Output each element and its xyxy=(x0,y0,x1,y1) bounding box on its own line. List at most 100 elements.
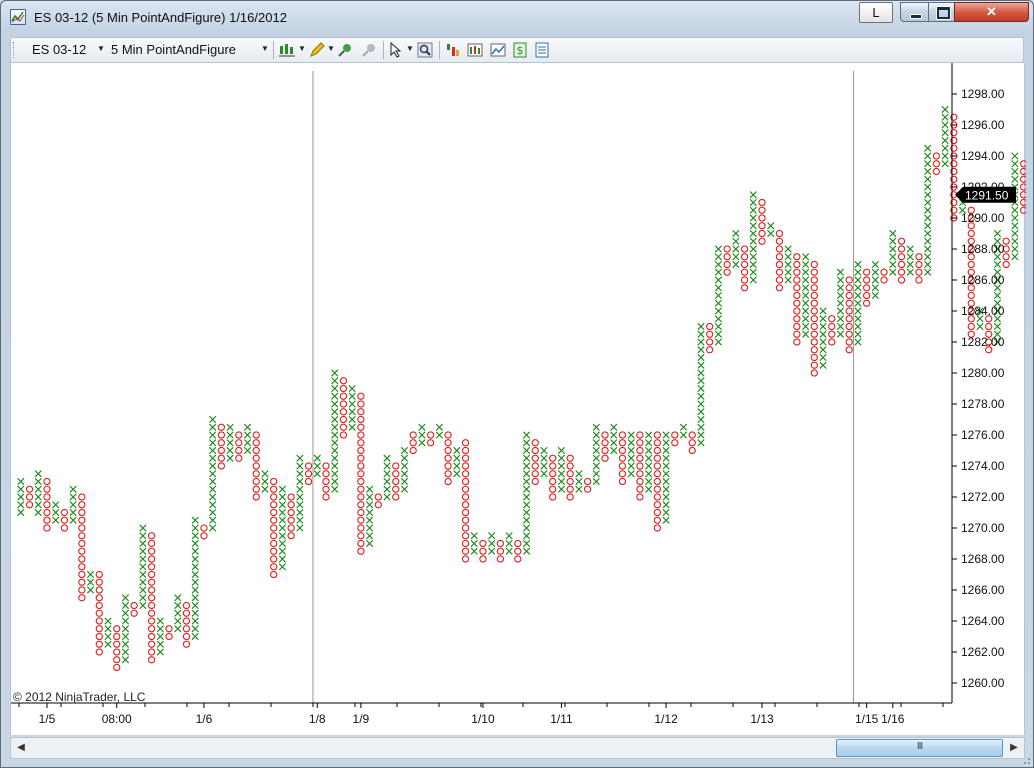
horizontal-scrollbar[interactable]: ◀ III ▶ xyxy=(10,737,1025,759)
bar-style-icon[interactable] xyxy=(279,42,295,58)
x-mark xyxy=(924,229,932,238)
x-mark xyxy=(522,493,531,501)
strategies-icon[interactable] xyxy=(467,42,483,58)
pin-disabled-icon[interactable] xyxy=(361,42,377,58)
o-mark xyxy=(653,470,662,478)
x-mark xyxy=(278,493,286,501)
x-column xyxy=(104,617,112,648)
o-mark xyxy=(653,493,662,501)
x-mark xyxy=(592,462,600,470)
x-mark xyxy=(924,167,932,176)
x-mark xyxy=(592,431,600,439)
x-mark xyxy=(645,446,653,455)
x-mark xyxy=(819,338,827,346)
o-column xyxy=(775,229,784,292)
close-button[interactable]: ✕ xyxy=(954,2,1029,22)
chart-panel[interactable]: 1260.00 1262.00 1264.00 1266.00 1268.00 1270.… xyxy=(10,63,1026,735)
x-mark xyxy=(871,260,879,269)
link-button[interactable]: L xyxy=(859,2,893,23)
x-mark xyxy=(121,594,130,602)
o-mark xyxy=(95,625,103,633)
o-mark xyxy=(810,315,818,323)
x-column xyxy=(226,423,234,462)
o-mark xyxy=(496,539,505,548)
o-mark xyxy=(845,291,853,300)
o-mark xyxy=(1019,206,1026,214)
x-mark xyxy=(453,454,461,462)
pin-icon[interactable] xyxy=(337,42,353,58)
x-mark xyxy=(540,462,548,470)
x-mark xyxy=(662,454,670,462)
drawing-dropdown-icon[interactable]: ▼ xyxy=(327,44,335,53)
o-mark xyxy=(270,516,278,524)
x-mark xyxy=(1011,152,1019,160)
x-mark xyxy=(191,578,199,586)
o-mark xyxy=(235,454,243,462)
o-mark xyxy=(636,462,644,470)
resize-grip-icon[interactable] xyxy=(1019,753,1031,765)
x-mark xyxy=(854,307,862,315)
x-mark xyxy=(592,470,600,478)
x-mark xyxy=(34,501,42,509)
o-mark xyxy=(845,330,853,338)
indicators-icon[interactable] xyxy=(445,42,461,58)
x-mark xyxy=(889,229,897,238)
instrument-dropdown-icon[interactable]: ▼ xyxy=(97,44,105,53)
instrument-selector[interactable]: ES 03-12 xyxy=(32,42,86,57)
o-mark xyxy=(461,439,470,447)
x-mark xyxy=(331,485,339,493)
cursor-dropdown-icon[interactable]: ▼ xyxy=(406,44,414,53)
o-mark xyxy=(461,508,470,517)
o-mark xyxy=(723,253,731,261)
x-mark xyxy=(610,446,618,455)
maximize-button[interactable] xyxy=(928,2,955,22)
o-column xyxy=(932,152,941,176)
o-mark xyxy=(810,361,818,369)
o-mark xyxy=(845,276,853,284)
o-column xyxy=(618,431,627,486)
o-mark xyxy=(339,392,348,400)
x-mark xyxy=(52,516,60,524)
x-mark xyxy=(697,330,705,338)
o-mark xyxy=(270,508,278,517)
o-mark xyxy=(740,253,749,261)
data-box-icon[interactable] xyxy=(534,42,550,58)
point-and-figure-chart[interactable]: 1260.00 1262.00 1264.00 1266.00 1268.00 1270.… xyxy=(11,63,1026,735)
chart-properties-icon[interactable] xyxy=(490,42,506,58)
x-mark xyxy=(749,253,757,261)
x-mark xyxy=(522,470,531,478)
minimize-button[interactable] xyxy=(900,2,929,22)
x-mark xyxy=(278,555,286,563)
x-mark xyxy=(348,408,356,416)
o-mark xyxy=(549,493,557,501)
x-mark xyxy=(139,532,147,540)
y-tick-label: 1270.00 xyxy=(961,521,1005,535)
o-mark xyxy=(357,431,365,439)
o-mark xyxy=(322,477,330,486)
title-bar[interactable]: ES 03-12 (5 Min PointAndFigure) 1/16/201… xyxy=(1,1,1033,33)
o-mark xyxy=(444,477,452,486)
bar-style-dropdown-icon[interactable]: ▼ xyxy=(298,44,306,53)
o-column xyxy=(496,539,505,563)
zoom-icon[interactable] xyxy=(417,42,433,58)
o-mark xyxy=(932,152,941,160)
period-selector[interactable]: 5 Min PointAndFigure xyxy=(111,42,236,57)
drawing-pencil-icon[interactable] xyxy=(309,42,325,58)
o-column xyxy=(147,532,156,664)
o-column xyxy=(374,493,382,509)
x-mark xyxy=(139,563,147,571)
o-mark xyxy=(636,470,644,478)
x-mark xyxy=(366,516,374,524)
scroll-left-icon[interactable]: ◀ xyxy=(12,739,30,757)
x-mark xyxy=(941,144,949,152)
scrollbar-thumb[interactable]: III xyxy=(836,739,1003,757)
o-mark xyxy=(113,632,121,641)
period-dropdown-icon[interactable]: ▼ xyxy=(261,44,269,53)
o-mark xyxy=(775,268,784,276)
dollar-icon[interactable]: $ xyxy=(512,42,528,58)
toolbar-grip[interactable] xyxy=(13,42,17,58)
o-column xyxy=(514,539,522,563)
toolbar-separator xyxy=(273,41,274,59)
cursor-icon[interactable] xyxy=(388,42,404,58)
o-mark xyxy=(426,431,435,439)
